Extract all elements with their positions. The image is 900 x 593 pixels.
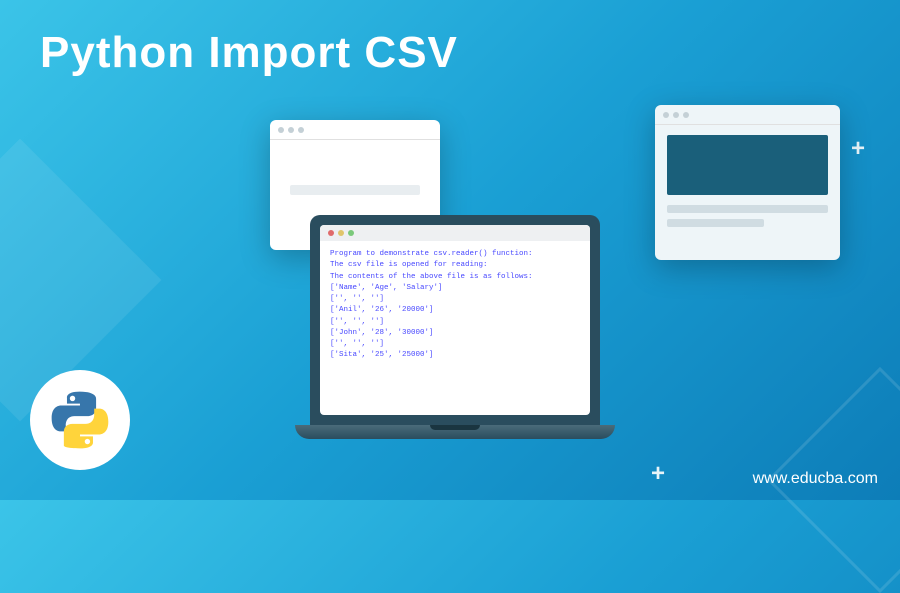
window-control-dot xyxy=(683,112,689,118)
code-line: Program to demonstrate csv.reader() func… xyxy=(330,249,580,260)
placeholder-line xyxy=(290,185,420,195)
code-line: ['John', '28', '30000'] xyxy=(330,328,580,339)
laptop-screen: Program to demonstrate csv.reader() func… xyxy=(310,215,600,425)
code-output: Program to demonstrate csv.reader() func… xyxy=(320,241,590,370)
minimize-icon xyxy=(338,230,344,236)
code-line: ['', '', ''] xyxy=(330,294,580,305)
page-title: Python Import CSV xyxy=(40,28,458,78)
plus-icon: + xyxy=(651,460,665,488)
laptop-base xyxy=(295,425,615,439)
window-control-dot xyxy=(673,112,679,118)
maximize-icon xyxy=(348,230,354,236)
code-line: The contents of the above file is as fol… xyxy=(330,272,580,283)
website-url: www.educba.com xyxy=(753,470,878,488)
code-line: ['Anil', '26', '20000'] xyxy=(330,305,580,316)
close-icon xyxy=(328,230,334,236)
python-logo xyxy=(30,370,130,470)
window-control-dot xyxy=(288,127,294,133)
window-control-dot xyxy=(298,127,304,133)
window-titlebar xyxy=(270,120,440,140)
code-line: ['Sita', '25', '25000'] xyxy=(330,350,580,361)
code-line: The csv file is opened for reading: xyxy=(330,260,580,271)
plus-icon: + xyxy=(851,135,865,163)
window-titlebar xyxy=(655,105,840,125)
window-control-dot xyxy=(663,112,669,118)
window-control-dot xyxy=(278,127,284,133)
python-icon xyxy=(50,390,110,450)
laptop-notch xyxy=(430,425,480,430)
code-line: ['', '', ''] xyxy=(330,339,580,350)
placeholder-line xyxy=(667,219,764,227)
laptop-illustration: Program to demonstrate csv.reader() func… xyxy=(295,215,615,485)
editor-titlebar xyxy=(320,225,590,241)
window-body xyxy=(655,125,840,243)
content-block xyxy=(667,135,828,195)
code-line: ['', '', ''] xyxy=(330,317,580,328)
laptop-display: Program to demonstrate csv.reader() func… xyxy=(320,225,590,415)
browser-window-right xyxy=(655,105,840,260)
code-line: ['Name', 'Age', 'Salary'] xyxy=(330,283,580,294)
window-body xyxy=(270,140,440,195)
placeholder-line xyxy=(667,205,828,213)
